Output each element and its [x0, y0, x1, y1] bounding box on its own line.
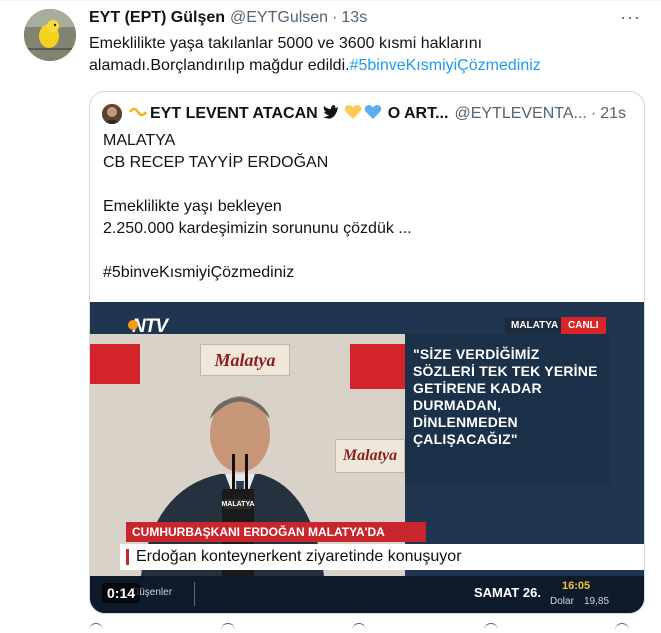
tweet-time[interactable]: 13s: [341, 9, 367, 27]
lower-third-title: CUMHURBAŞKANI ERDOĞAN MALATYA'DA: [126, 522, 426, 542]
retweet-icon[interactable]: [220, 623, 235, 633]
quote-panel: "SİZE VERDİĞİMİZ SÖZLERİ TEK TEK YERİNE …: [405, 334, 610, 484]
video-player[interactable]: NTV MALATYA CANLI Malatya Malatya MALATY…: [90, 302, 644, 613]
more-options-icon[interactable]: ···: [620, 7, 641, 28]
separator-dot: ·: [590, 105, 597, 122]
quoted-line: MALATYA: [103, 132, 176, 149]
author-avatar[interactable]: [24, 9, 76, 61]
ribbon-icon: [128, 105, 148, 124]
live-badge: CANLI: [561, 317, 606, 334]
quoted-author-name-suffix[interactable]: O ART...: [388, 105, 449, 123]
like-icon[interactable]: [352, 623, 366, 633]
tweet-text: Emeklilikte yaşa takılanlar 5000 ve 3600…: [89, 33, 629, 77]
reply-icon[interactable]: [89, 623, 103, 633]
quote-panel-text: "SİZE VERDİĞİMİZ SÖZLERİ TEK TEK YERİNE …: [413, 346, 598, 447]
author-handle[interactable]: @EYTGulsen: [230, 9, 328, 27]
quoted-line: CB RECEP TAYYİP ERDOĞAN: [103, 154, 329, 171]
share-icon[interactable]: [615, 623, 629, 633]
views-icon[interactable]: [483, 623, 498, 633]
podium-label: MALATYA: [221, 501, 254, 508]
quoted-tweet-header: EYT LEVENT ATACAN O ART... @EYTLEVENTA..…: [102, 102, 632, 126]
flag-right: [350, 344, 405, 389]
action-bar: [89, 623, 629, 633]
quoted-tweet[interactable]: EYT LEVENT ATACAN O ART... @EYTLEVENTA..…: [89, 91, 645, 614]
quoted-author-name[interactable]: EYT LEVENT ATACAN: [150, 105, 318, 123]
quoted-tweet-time[interactable]: 21s: [600, 105, 626, 123]
tweet-card[interactable]: EYT (EPT) Gülşen @EYTGulsen · 13s ··· Em…: [0, 0, 661, 633]
separator-dot: ·: [332, 9, 338, 26]
quoted-line: #5binveKısmiyiÇözmediniz: [103, 264, 295, 281]
blue-heart-icon: [364, 104, 382, 125]
quoted-author-avatar[interactable]: [102, 104, 122, 124]
ticker-divider: [194, 582, 195, 606]
news-ticker: Düşenler SAMAT 26. 16:05 Dolar 19,85 0:1…: [90, 576, 644, 613]
location-tag: MALATYA: [505, 317, 565, 334]
quoted-line: Emeklilikte yaşı bekleyen: [103, 198, 282, 215]
bird-icon: [322, 104, 339, 124]
ticker-fx-label: Dolar: [550, 596, 574, 607]
ticker-news: SAMAT 26.: [474, 585, 541, 600]
lower-third-subtitle: Erdoğan konteynerkent ziyaretinde konuşu…: [120, 544, 644, 570]
yellow-heart-icon: [344, 104, 362, 125]
video-frame: Malatya Malatya MALATYA: [90, 334, 405, 579]
video-timestamp[interactable]: 0:14: [102, 583, 141, 603]
author-name[interactable]: EYT (EPT) Gülşen: [89, 9, 225, 27]
stage-banner: Malatya: [335, 439, 405, 473]
quoted-author-handle[interactable]: @EYTLEVENTA...: [454, 105, 586, 123]
hashtag-link[interactable]: #5binveKısmiyiÇözmediniz: [350, 57, 541, 74]
ticker-clock: 16:05: [562, 580, 591, 592]
quoted-line: 2.250.000 kardeşimizin sorununu çözdük .…: [103, 220, 412, 237]
ticker-fx-value: 19,85: [584, 596, 610, 607]
tweet-header: EYT (EPT) Gülşen @EYTGulsen · 13s ···: [89, 7, 641, 29]
quoted-tweet-text: MALATYA CB RECEP TAYYİP ERDOĞAN Emeklili…: [103, 130, 623, 284]
